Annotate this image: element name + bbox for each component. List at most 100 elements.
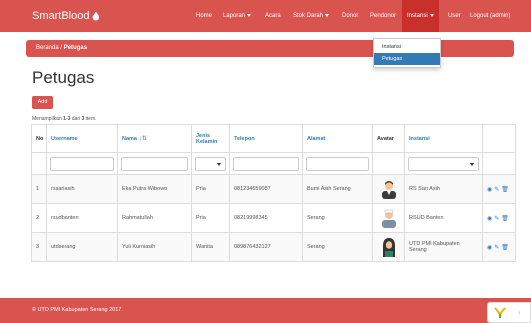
cell-instansi: RS Sari Asih (404, 174, 483, 204)
filter-cell-no (31, 152, 47, 175)
nav-acara[interactable]: Acara (265, 0, 281, 32)
petugas-table: No Username Nama ↓⇅ Jenis Kelamin Telepon… (31, 124, 516, 262)
header-telepon[interactable]: Telepon (229, 124, 303, 153)
table-row: 1 rssariasih Eka Putra Wibowo Pria 08123… (31, 174, 516, 204)
eye-icon[interactable]: ◉ (487, 215, 492, 222)
nav-donor[interactable]: Donor (342, 0, 358, 32)
cell-username: rssariasih (46, 174, 118, 204)
chevron-down-icon (429, 13, 434, 17)
cell-alamat: Serang (302, 232, 373, 262)
cell-instansi: RSUD Banten (404, 203, 483, 233)
header-nama[interactable]: Nama ↓⇅ (117, 124, 192, 153)
add-button[interactable]: Add (32, 96, 53, 109)
page-title: Petugas (32, 68, 95, 87)
header-nama-label: Nama (122, 136, 137, 142)
filter-cell-nama (117, 152, 192, 175)
nav-user[interactable]: User (448, 0, 461, 32)
cell-instansi: UTD PMI Kabupaten Serang (404, 232, 483, 262)
cell-avatar (372, 203, 405, 233)
cell-username: utdserang (46, 232, 118, 262)
summary-prefix: Menampilkan (32, 116, 62, 122)
filter-cell-actions (482, 152, 516, 175)
cell-alamat: Bumi Asih Serang (302, 174, 373, 204)
table-row: 3 utdserang Yuli Kurniasih Wanita 089876… (31, 232, 516, 262)
chevron-down-icon (247, 13, 252, 17)
nav-stok-darah[interactable]: Stok Darah (293, 0, 330, 32)
chevron-down-icon (325, 13, 330, 17)
dropdown-item-petugas[interactable]: Petugas (374, 53, 440, 65)
filter-cell-alamat (302, 152, 373, 175)
filter-instansi-select[interactable] (408, 156, 479, 171)
header-instansi[interactable]: Instansi (404, 124, 483, 153)
nav-stok-darah-label: Stok Darah (293, 13, 324, 19)
filter-telepon-input[interactable] (233, 156, 299, 171)
filter-cell-avatar (372, 152, 405, 175)
filter-nama-input[interactable] (121, 156, 188, 171)
summary-text: Menampilkan 1-3 dari 3 item. (32, 116, 97, 122)
cell-nama: Rahmatullah (117, 203, 192, 233)
cell-telepon: 089876432127 (229, 232, 303, 262)
cell-jenis-kelamin: Wanita (191, 232, 230, 262)
cell-telepon: 08219998345 (229, 203, 303, 233)
nav-laporan[interactable]: Laporan (223, 0, 252, 32)
pencil-icon[interactable]: ✎ (494, 244, 499, 251)
cell-no: 1 (31, 174, 47, 204)
trash-icon[interactable]: 🗑 (501, 215, 509, 222)
filter-row (31, 152, 516, 175)
nav-pendonor[interactable]: Pendonor (370, 0, 396, 32)
filter-cell-telepon (229, 152, 303, 175)
header-username[interactable]: Username (46, 124, 118, 153)
nav-instansi-label: Instansi (407, 13, 428, 19)
widget-logo-icon (494, 307, 506, 318)
cell-username: rsudbanten (46, 203, 118, 233)
pencil-icon[interactable]: ✎ (494, 215, 499, 222)
footer: © UTD PMI Kabupaten Serang 2017 (0, 298, 531, 323)
summary-range: 1-3 (63, 116, 71, 122)
header-alamat[interactable]: Alamat (302, 124, 373, 153)
avatar (381, 181, 396, 199)
brand-link[interactable]: SmartBlood (32, 0, 100, 32)
chevron-down-icon (217, 162, 221, 166)
eye-icon[interactable]: ◉ (487, 244, 492, 251)
nav-logout[interactable]: Logout (admin) (470, 0, 510, 32)
breadcrumb-current: Petugas (63, 45, 88, 51)
brand-name: SmartBlood (32, 10, 90, 22)
header-avatar: Avatar (372, 124, 405, 153)
filter-alamat-input[interactable] (306, 156, 369, 171)
trash-icon[interactable]: 🗑 (501, 186, 509, 193)
chevron-left-icon[interactable]: ‹ (518, 308, 521, 317)
footer-text: © UTD PMI Kabupaten Serang 2017 (32, 307, 122, 313)
avatar (382, 238, 395, 257)
header-jenis-kelamin[interactable]: Jenis Kelamin (191, 124, 230, 153)
table-header-row: No Username Nama ↓⇅ Jenis Kelamin Telepon… (31, 124, 516, 153)
trash-icon[interactable]: 🗑 (501, 244, 509, 251)
summary-suffix: item. (85, 116, 97, 122)
nav-instansi[interactable]: Instansi (402, 0, 439, 32)
cell-actions: ◉ ✎ 🗑 (482, 203, 516, 233)
filter-cell-instansi (404, 152, 483, 175)
breadcrumb-home[interactable]: Beranda (36, 45, 59, 51)
pencil-icon[interactable]: ✎ (494, 186, 499, 193)
nav-home[interactable]: Home (196, 0, 212, 32)
navbar: SmartBlood Home Laporan Acara Stok Darah… (0, 0, 531, 32)
dropdown-item-instansi[interactable]: Instansi (374, 41, 440, 53)
filter-username-input[interactable] (50, 156, 114, 171)
sort-icon: ↓⇅ (138, 136, 148, 142)
table-row: 2 rsudbanten Rahmatullah Pria 0821999834… (31, 203, 516, 233)
cell-no: 2 (31, 203, 47, 233)
cell-jenis-kelamin: Pria (191, 174, 230, 204)
eye-icon[interactable]: ◉ (487, 186, 492, 193)
cell-actions: ◉ ✎ 🗑 (482, 232, 516, 262)
cell-avatar (372, 174, 405, 204)
cell-alamat: Serang (302, 203, 373, 233)
filter-cell-jenis-kelamin (191, 152, 230, 175)
summary-total: 3 (81, 116, 85, 122)
filter-jenis-kelamin-select[interactable] (195, 156, 226, 171)
cell-avatar (372, 232, 405, 262)
header-no: No (31, 124, 47, 153)
floating-widget[interactable]: ‹ (487, 302, 531, 323)
chevron-down-icon (470, 162, 474, 166)
avatar (381, 209, 396, 228)
breadcrumb-separator: / (60, 45, 63, 51)
header-actions (482, 124, 516, 153)
